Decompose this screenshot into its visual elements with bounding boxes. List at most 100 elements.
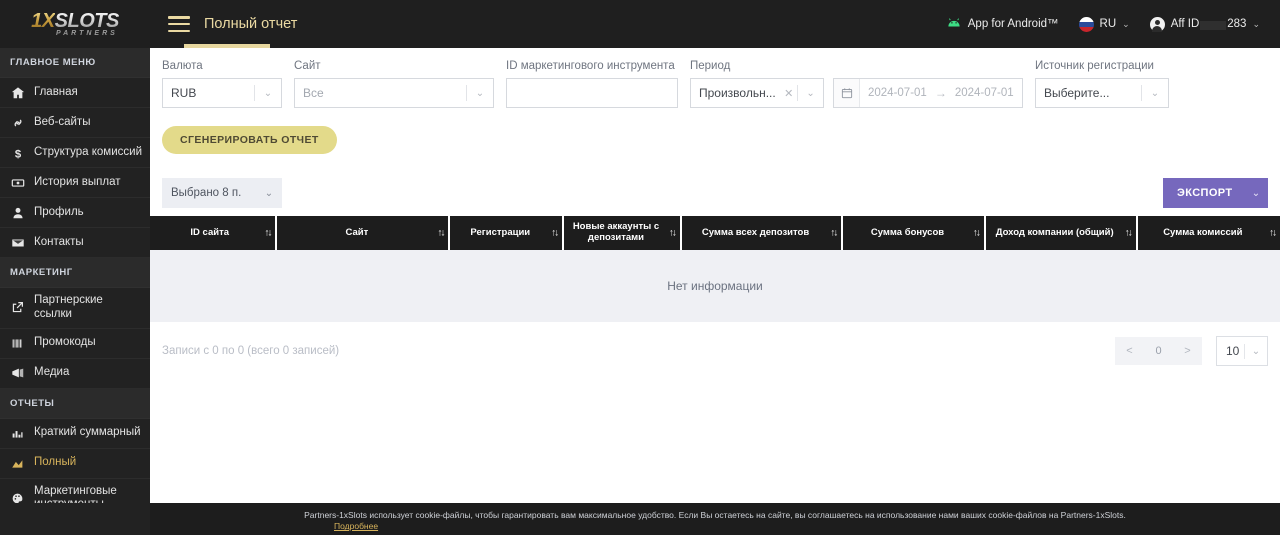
app-for-android-link[interactable]: App for Android™	[936, 17, 1069, 31]
table-column-header[interactable]: Сумма бонусов ↑↓	[843, 216, 986, 250]
external-link-icon	[10, 301, 25, 314]
table-column-label: Сайт	[345, 226, 369, 238]
banknote-icon	[10, 176, 25, 190]
envelope-icon	[10, 236, 25, 250]
date-to-value: 2024-07-01	[954, 87, 1014, 99]
logo-part-1x: 1X	[31, 10, 55, 32]
sidebar-item-brief-summary[interactable]: Краткий суммарный	[0, 419, 150, 449]
generate-report-button[interactable]: СГЕНЕРИРОВАТЬ ОТЧЕТ	[162, 126, 337, 154]
sidebar-item-promocodes[interactable]: Промокоды	[0, 329, 150, 359]
person-icon	[10, 206, 25, 220]
filter-site: Сайт Все ⌄	[294, 60, 494, 108]
table-header-row: ID сайта ↑↓ Сайт ↑↓ Регистрации ↑↓ Новые аккау…	[150, 216, 1280, 250]
chevron-down-icon: ⌄	[1150, 87, 1160, 99]
chevron-down-icon: ⌄	[1122, 18, 1130, 29]
chevron-down-icon: ⌄	[475, 87, 485, 99]
filter-site-label: Сайт	[294, 60, 321, 72]
empty-state-message: Нет информации	[667, 279, 763, 293]
sidebar-item-commission[interactable]: $ Структура комиссий	[0, 138, 150, 168]
aff-id-redacted-block	[1200, 20, 1227, 30]
user-avatar-icon	[1149, 16, 1165, 32]
filter-currency-label: Валюта	[162, 60, 203, 72]
sidebar-item-label: Промокоды	[34, 336, 96, 349]
table-column-label: Сумма бонусов	[870, 226, 945, 238]
currency-select[interactable]: RUB ⌄	[162, 78, 282, 108]
column-selector-label: Выбрано 8 п.	[171, 187, 242, 199]
chevron-down-icon: ⌄	[1252, 18, 1260, 29]
table-footer: Записи с 0 по 0 (всего 0 записей) < 0 > …	[150, 322, 1280, 366]
site-value: Все	[303, 86, 324, 100]
area-chart-icon	[10, 457, 25, 470]
sidebar-item-payout-history[interactable]: История выплат	[0, 168, 150, 198]
sidebar-item-label: Медиа	[34, 366, 70, 379]
marketing-id-field[interactable]	[506, 78, 678, 108]
filter-marketing-id: ID маркетингового инструмента	[506, 60, 678, 108]
sidebar-item-media[interactable]: Медиа	[0, 359, 150, 389]
sort-updown-icon[interactable]: ↑↓	[264, 227, 272, 239]
account-menu[interactable]: Aff ID 283 ⌄	[1140, 16, 1270, 32]
android-robot-icon	[946, 17, 962, 31]
sidebar-item-websites[interactable]: Веб-сайты	[0, 108, 150, 138]
cookie-learn-more-link[interactable]: Подробнее	[334, 521, 378, 531]
main-content: Валюта RUB ⌄ Сайт Все ⌄ ID маркетинговог…	[150, 48, 1280, 503]
sort-updown-icon[interactable]: ↑↓	[437, 227, 445, 239]
period-select[interactable]: Произвольн... ✕ ⌄	[690, 78, 824, 108]
brand-logo[interactable]: 1XSLOTS PARTNERS	[0, 0, 150, 48]
export-button-label: ЭКСПОРТ	[1177, 187, 1233, 199]
filter-bar: Валюта RUB ⌄ Сайт Все ⌄ ID маркетинговог…	[150, 48, 1280, 108]
pagination-prev-button[interactable]: <	[1115, 337, 1144, 365]
filter-period-label: Период	[690, 60, 731, 72]
table-column-header[interactable]: ID сайта ↑↓	[150, 216, 278, 250]
sidebar-section-main: ГЛАВНОЕ МЕНЮ	[0, 48, 150, 78]
aff-id-display: Aff ID 283	[1171, 18, 1247, 30]
column-selector[interactable]: Выбрано 8 п. ⌄	[162, 178, 282, 208]
page-size-value: 10	[1226, 344, 1240, 358]
table-column-header[interactable]: Регистрации ↑↓	[450, 216, 565, 250]
topbar-right-group: App for Android™ RU ⌄ Aff ID 283 ⌄	[936, 16, 1280, 32]
table-column-header[interactable]: Сумма комиссий ↑↓	[1138, 216, 1280, 250]
currency-value: RUB	[171, 86, 197, 100]
sidebar-item-partner-links[interactable]: Партнерские ссылки	[0, 288, 150, 329]
sidebar-item-contacts[interactable]: Контакты	[0, 228, 150, 258]
sidebar-item-profile[interactable]: Профиль	[0, 198, 150, 228]
table-column-header[interactable]: Сайт ↑↓	[277, 216, 451, 250]
export-button[interactable]: ЭКСПОРТ ⌄	[1163, 178, 1268, 208]
language-selector[interactable]: RU ⌄	[1069, 16, 1140, 32]
page-size-select[interactable]: 10 ⌄	[1216, 336, 1268, 366]
site-select[interactable]: Все ⌄	[294, 78, 494, 108]
sort-updown-icon[interactable]: ↑↓	[830, 227, 838, 239]
pagination-current-page[interactable]: 0	[1144, 337, 1173, 365]
sidebar: 1XSLOTS PARTNERS ГЛАВНОЕ МЕНЮ Главная Ве…	[0, 0, 150, 535]
sort-updown-icon[interactable]: ↑↓	[973, 227, 981, 239]
pagination: < 0 > 10 ⌄	[1115, 336, 1268, 366]
sidebar-item-home[interactable]: Главная	[0, 78, 150, 108]
table-column-header[interactable]: Сумма всех депозитов ↑↓	[682, 216, 844, 250]
chevron-down-icon: ⌄	[1251, 345, 1261, 357]
sidebar-section-reports: ОТЧЕТЫ	[0, 388, 150, 419]
sidebar-item-full-report[interactable]: Полный	[0, 449, 150, 479]
sort-updown-icon[interactable]: ↑↓	[551, 227, 559, 239]
table-column-header[interactable]: Доход компании (общий) ↑↓	[986, 216, 1138, 250]
table-column-label: Новые аккаунты с депозитами	[572, 221, 660, 243]
hamburger-menu-icon[interactable]	[168, 16, 190, 32]
date-range-picker[interactable]: 2024-07-01 → 2024-07-01	[833, 78, 1023, 108]
chevron-down-icon: ⌄	[263, 87, 273, 99]
sort-updown-icon[interactable]: ↑↓	[1125, 227, 1133, 239]
table-column-header[interactable]: Новые аккаунты с депозитами ↑↓	[564, 216, 682, 250]
report-table: ID сайта ↑↓ Сайт ↑↓ Регистрации ↑↓ Новые аккау…	[150, 216, 1280, 322]
filter-period: Период Произвольн... ✕ ⌄ 2024-07-01 → 20…	[690, 60, 1023, 108]
reg-source-select[interactable]: Выберите... ⌄	[1035, 78, 1169, 108]
close-icon[interactable]: ✕	[780, 87, 797, 100]
topbar: Полный отчет App for Android™ RU ⌄ Aff I…	[150, 0, 1280, 48]
filter-currency: Валюта RUB ⌄	[162, 60, 282, 108]
sort-updown-icon[interactable]: ↑↓	[1269, 227, 1277, 239]
chevron-down-icon: ⌄	[264, 187, 274, 199]
aff-id-prefix: Aff ID	[1170, 18, 1200, 30]
sort-updown-icon[interactable]: ↑↓	[669, 227, 677, 239]
link-icon	[10, 116, 25, 130]
sidebar-item-label: Полный	[34, 456, 77, 469]
barcode-icon	[10, 337, 25, 350]
pagination-next-button[interactable]: >	[1173, 337, 1202, 365]
cookie-banner: Partners-1xSlots использует cookie-файлы…	[150, 503, 1280, 535]
sidebar-item-label: Краткий суммарный	[34, 426, 141, 439]
